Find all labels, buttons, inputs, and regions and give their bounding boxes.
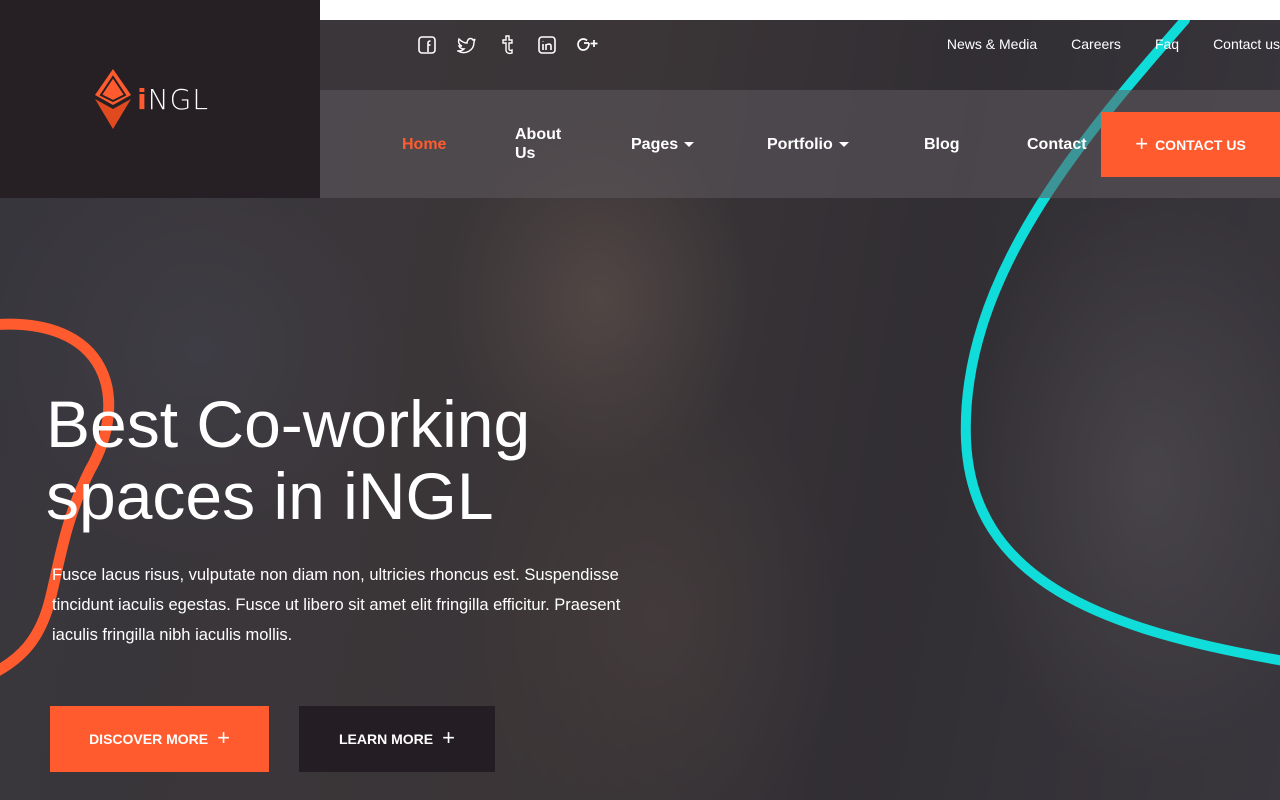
logo-text: iNGL <box>137 82 209 116</box>
hero-title: Best Co-working spaces in iNGL <box>46 387 531 533</box>
chevron-down-icon <box>684 141 695 147</box>
hero-description: Fusce lacus risus, vulputate non diam no… <box>52 566 621 644</box>
discover-more-button[interactable]: DISCOVER MORE + <box>50 706 269 772</box>
top-link-faq[interactable]: Faq <box>1155 36 1179 52</box>
linkedin-icon[interactable] <box>536 34 558 56</box>
logo-diamond-icon <box>95 69 132 129</box>
learn-more-button[interactable]: LEARN MORE + <box>299 706 495 772</box>
nav-item-contact[interactable]: Contact <box>1027 90 1087 198</box>
top-bar: News & Media Careers Faq Contact us <box>320 20 1280 90</box>
twitter-icon[interactable] <box>456 34 478 56</box>
main-navigation: Home About Us Pages Portfolio Blog Conta… <box>320 90 1280 198</box>
nav-item-about-us[interactable]: About Us <box>515 90 575 198</box>
plus-icon: + <box>442 725 455 750</box>
logo[interactable]: iNGL <box>0 0 320 198</box>
top-links: News & Media Careers Faq Contact us <box>947 36 1280 52</box>
top-white-strip <box>320 0 1280 20</box>
plus-icon: + <box>1135 130 1149 156</box>
social-links <box>416 34 598 56</box>
nav-item-blog[interactable]: Blog <box>924 90 960 198</box>
top-link-careers[interactable]: Careers <box>1071 36 1121 52</box>
top-link-news-media[interactable]: News & Media <box>947 36 1037 52</box>
plus-icon: + <box>217 725 230 750</box>
nav-item-home[interactable]: Home <box>402 90 446 198</box>
nav-item-pages[interactable]: Pages <box>631 90 695 198</box>
contact-us-button[interactable]: + CONTACT US <box>1101 112 1280 177</box>
top-link-contact-us[interactable]: Contact us <box>1213 36 1280 52</box>
tumblr-icon[interactable] <box>496 34 518 56</box>
facebook-icon[interactable] <box>416 34 438 56</box>
chevron-down-icon <box>838 141 849 147</box>
google-plus-icon[interactable] <box>576 34 598 56</box>
nav-item-portfolio[interactable]: Portfolio <box>767 90 849 198</box>
